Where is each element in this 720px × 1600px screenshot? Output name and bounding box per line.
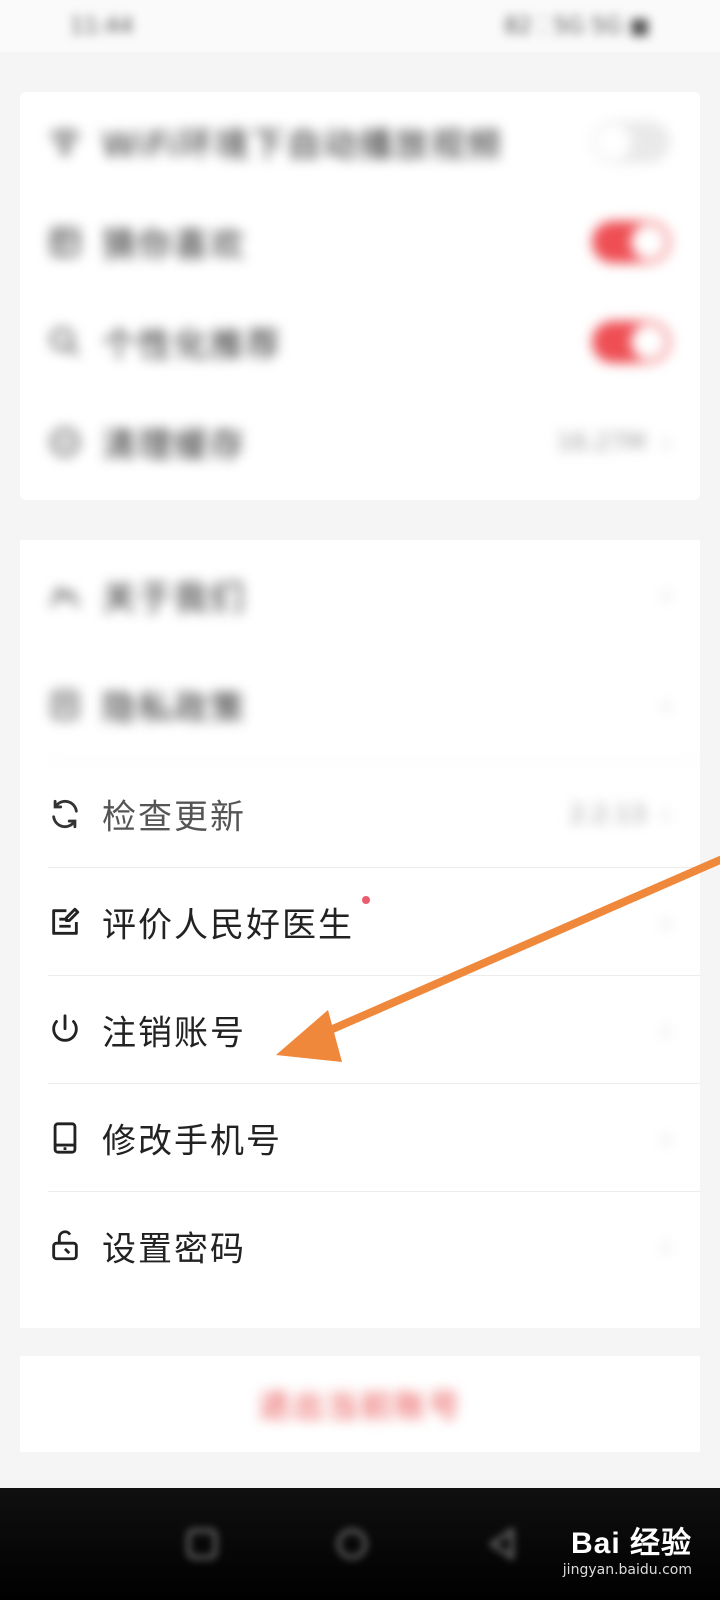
- menu-icon[interactable]: [182, 1524, 222, 1564]
- baidu-jingyan-watermark: Bai 经验 jingyan.baidu.com: [563, 1518, 692, 1578]
- setting-label: 检查更新: [102, 797, 246, 838]
- setting-label: 猜你喜欢: [102, 225, 246, 266]
- setting-row-rate-app[interactable]: 评价人民好医生 ›: [20, 868, 700, 976]
- status-icons: 82 ⁚ 5G 5G ■: [504, 14, 650, 39]
- watermark-url: jingyan.baidu.com: [562, 1562, 692, 1578]
- chevron-right-icon: ›: [660, 1229, 672, 1263]
- setting-label: 设置密码: [102, 1229, 246, 1270]
- setting-label: WiFi环境下自动播放视频: [102, 125, 503, 166]
- power-icon: [52, 1014, 78, 1042]
- chevron-right-icon: ›: [660, 688, 672, 722]
- wifi-autoplay-toggle[interactable]: [592, 121, 670, 163]
- setting-row-check-update[interactable]: 检查更新 2.2.13 ›: [20, 760, 700, 868]
- lock-icon: [52, 1230, 78, 1261]
- notification-dot: [362, 896, 370, 904]
- setting-row-personalized[interactable]: 个性化推荐: [20, 292, 700, 392]
- version-number: 2.2.13: [569, 800, 646, 828]
- setting-row-privacy[interactable]: 隐私政策 ›: [20, 650, 700, 760]
- logout-button[interactable]: 退出当前账号: [20, 1356, 700, 1452]
- settings-card-preferences: WiFi环境下自动播放视频 猜你喜欢 个性化推荐 清理缓存 16.27M ›: [20, 92, 700, 500]
- edit-icon: [52, 907, 80, 935]
- settings-card-account: 关于我们 › 隐私政策 › 检查更新 2.2.13 › 评价人民好医生 › 注销…: [20, 540, 700, 1328]
- status-bar: 11:44 82 ⁚ 5G 5G ■: [0, 0, 720, 52]
- chevron-right-icon: ›: [660, 905, 672, 939]
- cache-size: 16.27M: [556, 428, 646, 456]
- phone-icon: [53, 1122, 77, 1154]
- chevron-right-icon: ›: [660, 578, 672, 612]
- setting-row-delete-account[interactable]: 注销账号 ›: [20, 976, 700, 1084]
- refresh-icon: [52, 799, 78, 829]
- setting-label: 清理缓存: [102, 425, 246, 466]
- setting-label: 修改手机号: [102, 1121, 282, 1162]
- document-icon: [52, 690, 78, 720]
- home-icon[interactable]: [332, 1524, 372, 1564]
- watermark-logo: Bai 经验: [570, 1527, 692, 1560]
- setting-label: 关于我们: [102, 578, 246, 619]
- setting-label: 评价人民好医生: [102, 905, 354, 946]
- search-icon: [50, 327, 79, 356]
- setting-row-guess-you-like[interactable]: 猜你喜欢: [20, 192, 700, 292]
- setting-row-wifi-autoplay[interactable]: WiFi环境下自动播放视频: [20, 92, 700, 192]
- setting-row-about-us[interactable]: 关于我们 ›: [20, 540, 700, 650]
- chevron-right-icon: ›: [660, 425, 672, 459]
- logout-label: 退出当前账号: [257, 1387, 462, 1425]
- broom-icon: [50, 427, 80, 457]
- grid-icon: [50, 227, 80, 257]
- back-icon[interactable]: [482, 1524, 522, 1564]
- people-icon: [50, 586, 80, 607]
- status-time: 11:44: [70, 14, 134, 39]
- chevron-right-icon: ›: [660, 1013, 672, 1047]
- wifi-icon: [49, 129, 81, 156]
- personalized-toggle[interactable]: [592, 321, 670, 363]
- setting-row-set-password[interactable]: 设置密码 ›: [20, 1192, 700, 1300]
- chevron-right-icon: ›: [660, 797, 672, 831]
- setting-label: 隐私政策: [102, 688, 246, 729]
- chevron-right-icon: ›: [660, 1121, 672, 1155]
- setting-label: 注销账号: [102, 1013, 246, 1054]
- setting-row-clear-cache[interactable]: 清理缓存 16.27M ›: [20, 392, 700, 492]
- setting-label: 个性化推荐: [102, 325, 282, 366]
- guess-you-like-toggle[interactable]: [592, 221, 670, 263]
- setting-row-change-phone[interactable]: 修改手机号 ›: [20, 1084, 700, 1192]
